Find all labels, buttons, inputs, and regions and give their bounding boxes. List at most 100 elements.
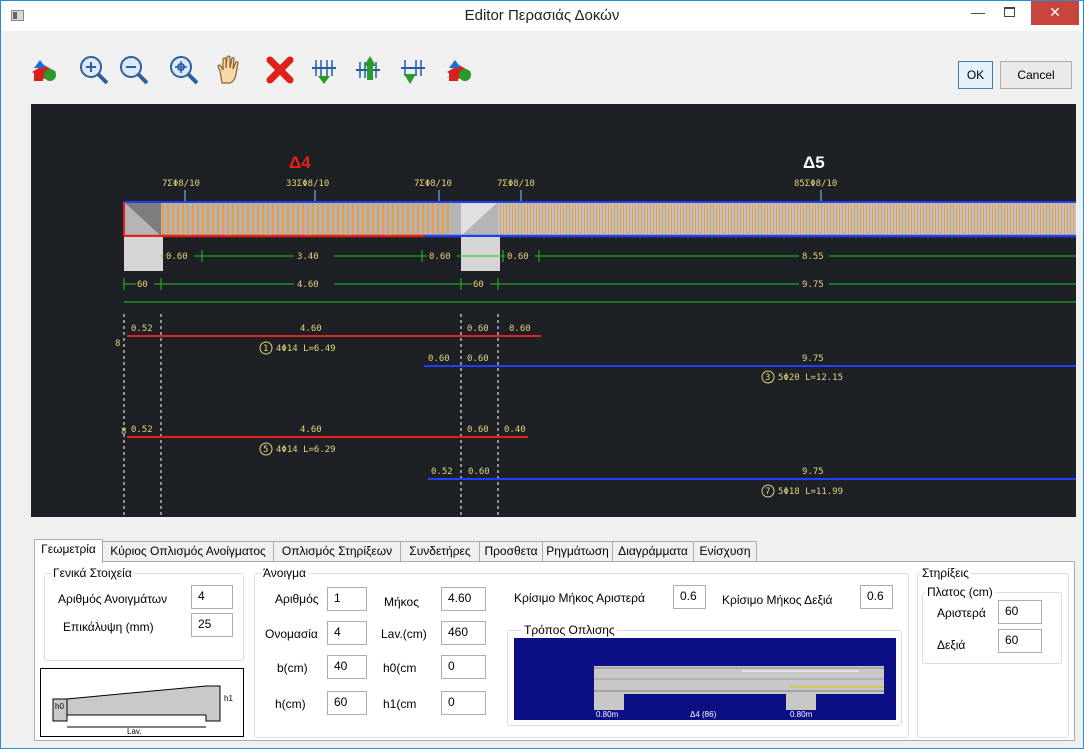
group-title: Πλατος (cm) — [925, 585, 995, 599]
bar-hook-label: 8 — [121, 427, 126, 437]
b-field[interactable]: 40 — [327, 655, 367, 679]
span-name-d5: Δ5 — [803, 153, 825, 172]
reinforcement-preview[interactable]: 0.80m Δ4 (86) 0.80m — [514, 638, 896, 720]
maximize-button[interactable] — [994, 1, 1024, 25]
support-middle — [461, 237, 500, 271]
stirrup-label: 7ΣΦ8/10 — [497, 179, 535, 189]
right-support-width-field[interactable]: 60 — [998, 629, 1042, 653]
bar-label: 0.40 — [504, 425, 526, 435]
dim-label: 0.60 — [429, 252, 451, 262]
rebar-distribute-button[interactable] — [307, 53, 341, 87]
bar-label: 0.52 — [431, 467, 453, 477]
view-3d-icon — [447, 60, 471, 81]
section-sketch: h0 h1 Lav. — [52, 685, 233, 736]
preview-right-support-label: 0.80m — [790, 710, 813, 719]
stirrup-zone-d4 — [161, 202, 450, 236]
critical-left-field[interactable]: 0.6 — [673, 585, 706, 609]
pan-hand-icon — [217, 55, 239, 84]
tab-main-reinforcement[interactable]: Κύριος Οπλισμός Ανοίγματος — [102, 541, 274, 562]
zoom-out-button[interactable] — [117, 53, 151, 87]
cover-field[interactable]: 25 — [191, 613, 233, 637]
span-number-label: Αριθμός — [275, 592, 319, 606]
critical-right-label: Κρίσιμο Μήκος Δεξιά — [722, 593, 833, 607]
zoom-out-icon — [120, 56, 149, 85]
cancel-button[interactable]: Cancel — [1000, 61, 1072, 89]
left-support-width-field[interactable]: 60 — [998, 600, 1042, 624]
span-name-field[interactable]: 4 — [327, 621, 367, 645]
bar-label: 9.75 — [802, 467, 824, 477]
bar-description: 5Φ18 L=11.99 — [778, 487, 843, 497]
tab-diagrams[interactable]: Διαγράμματα — [612, 541, 694, 562]
span-length-field[interactable]: 4.60 — [441, 587, 486, 611]
bar-label: 0.52 — [131, 324, 153, 334]
span-number-field[interactable]: 1 — [327, 587, 367, 611]
stirrup-label: 85ΣΦ8/10 — [794, 179, 837, 189]
critical-left-label: Κρίσιμο Μήκος Αριστερά — [514, 591, 645, 605]
ok-button[interactable]: OK — [958, 61, 993, 89]
span-name-label: Ονομασία — [265, 627, 318, 641]
tab-cracking[interactable]: Ρηγμάτωση — [542, 541, 613, 562]
h0-field[interactable]: 0 — [441, 655, 486, 679]
dim-label: 9.75 — [802, 280, 824, 290]
bar-label: 0.60 — [467, 354, 489, 364]
maximize-icon — [1003, 7, 1015, 17]
bar-tag: 7 — [765, 487, 770, 497]
title-bar: Editor Περασιάς Δοκών — ✕ — [1, 1, 1083, 31]
bar-description: 4Φ14 L=6.49 — [276, 344, 336, 354]
h0-label: h0 — [55, 702, 64, 711]
close-button[interactable]: ✕ — [1031, 1, 1079, 25]
minimize-button[interactable]: — — [963, 1, 993, 25]
beam-section-diagram: h0 h1 Lav. — [40, 668, 244, 737]
delete-button[interactable] — [263, 53, 297, 87]
bar-label: 0.60 — [468, 467, 490, 477]
window-title: Editor Περασιάς Δοκών — [464, 7, 620, 24]
zoom-window-button[interactable] — [167, 53, 201, 87]
bar-label: 0.60 — [467, 324, 489, 334]
stirrup-label: 33ΣΦ8/10 — [286, 179, 329, 189]
bar-label: 0.60 — [467, 425, 489, 435]
beam-drawing-canvas[interactable]: Δ4 Δ5 7ΣΦ8/10 33ΣΦ8/10 7ΣΦ8/10 7ΣΦ8/10 8… — [31, 104, 1076, 517]
span-name-d4: Δ4 — [289, 153, 311, 172]
left-support-label: Αριστερά — [937, 606, 986, 620]
view-3d-alt-button[interactable] — [442, 53, 476, 87]
tab-stirrups[interactable]: Συνδετήρες — [400, 541, 480, 562]
view-3d-button[interactable] — [27, 53, 61, 87]
h0-field-label: h0(cm — [383, 661, 417, 675]
lav-field[interactable]: 460 — [441, 621, 486, 645]
spans-count-field[interactable]: 4 — [191, 585, 233, 609]
tab-support-reinforcement[interactable]: Οπλισμός Στηρίξεων — [273, 541, 401, 562]
dim-label: 60 — [137, 280, 148, 290]
preview-left-support-label: 0.80m — [596, 710, 619, 719]
tab-additional[interactable]: Προσθετα — [479, 541, 543, 562]
reinforcement-preview-drawing: 0.80m Δ4 (86) 0.80m — [594, 666, 884, 719]
critical-right-field[interactable]: 0.6 — [860, 585, 893, 609]
right-support-label: Δεξιά — [937, 638, 966, 652]
rebar-up-button[interactable] — [351, 53, 385, 87]
tab-geometry[interactable]: Γεωμετρία — [34, 539, 103, 563]
zoom-in-button[interactable] — [77, 53, 111, 87]
group-title: Στηρίξεις — [920, 566, 971, 580]
span-length-label: Μήκος — [384, 595, 419, 609]
group-title: Τρόπος Οπλισης — [522, 623, 617, 637]
toolbar: OK Cancel — [1, 31, 1083, 101]
rebar-down-button[interactable] — [396, 53, 430, 87]
pan-button[interactable] — [212, 53, 246, 87]
tab-strengthening[interactable]: Ενίσχυση — [693, 541, 757, 562]
editor-window: Editor Περασιάς Δοκών — ✕ OK Cancel Δ4 Δ… — [0, 0, 1084, 749]
bar-label: 0.52 — [131, 425, 153, 435]
bar-label: 0.60 — [428, 354, 450, 364]
lav-label: Lav. — [127, 727, 142, 736]
zoom-in-icon — [80, 56, 109, 85]
bar-description: 4Φ14 L=6.29 — [276, 445, 336, 455]
bar-tag: 5 — [263, 445, 268, 455]
rebar-up-icon — [356, 56, 380, 80]
h-field[interactable]: 60 — [327, 691, 367, 715]
stirrup-label: 7ΣΦ8/10 — [162, 179, 200, 189]
zoom-window-icon — [170, 56, 199, 85]
bar-label: 9.75 — [802, 354, 824, 364]
dim-label: 60 — [473, 280, 484, 290]
h1-field[interactable]: 0 — [441, 691, 486, 715]
bar-label: 4.60 — [300, 425, 322, 435]
h1-label: h1 — [224, 694, 233, 703]
spans-count-label: Αριθμός Ανοιγμάτων — [58, 592, 168, 606]
